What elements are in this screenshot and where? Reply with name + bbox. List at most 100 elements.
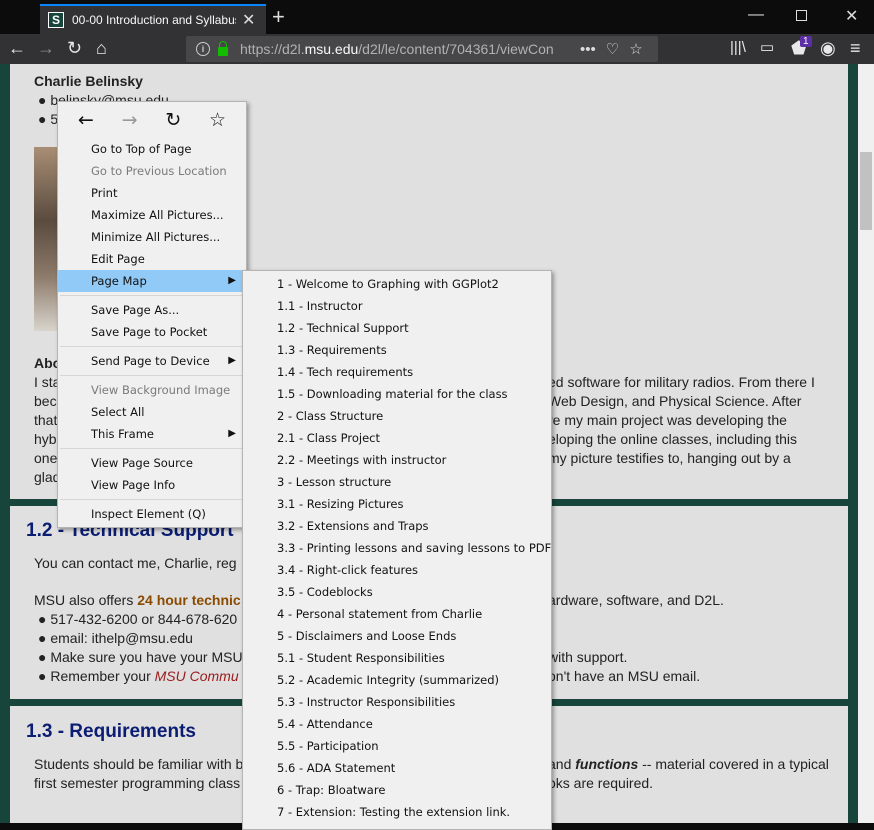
menu-item[interactable]: This Frame ▶ — [58, 423, 246, 445]
emphasis-text: functions — [575, 756, 639, 772]
menu-item[interactable]: Edit Page — [58, 248, 246, 270]
home-icon[interactable]: ⌂ — [96, 38, 107, 58]
msu-offers-right: ardware, software, and D2L. — [548, 592, 724, 608]
text-line: Students should be familiar with b — [34, 756, 244, 772]
page-map-item[interactable]: 1.4 - Tech requirements — [243, 361, 551, 383]
page-map-item[interactable]: 2.1 - Class Project — [243, 427, 551, 449]
menu-item[interactable]: Send Page to Device ▶ — [58, 350, 246, 372]
menu-item-label: Maximize All Pictures... — [91, 208, 224, 222]
menu-item[interactable]: View Page Source — [58, 452, 246, 474]
menu-item[interactable]: Go to Previous Location — [58, 160, 246, 182]
menu-item[interactable]: Select All — [58, 401, 246, 423]
maximize-icon[interactable] — [796, 10, 807, 21]
menu-item[interactable]: Page Map ▶ — [58, 270, 246, 292]
bookmark-star-icon[interactable]: ☆ — [629, 40, 642, 58]
pocket-icon[interactable]: ♡ — [606, 40, 619, 58]
text-span: email: ithelp@msu.edu — [50, 630, 193, 646]
url-bar[interactable]: i https://d2l.msu.edu/d2l/le/content/704… — [186, 36, 658, 62]
page-map-item[interactable]: 3 - Lesson structure — [243, 471, 551, 493]
list-item: ● 517-432-6200 or 844-678-620 — [38, 611, 238, 627]
page-map-item[interactable]: 3.3 - Printing lessons and saving lesson… — [243, 537, 551, 559]
forward-icon[interactable]: → — [122, 109, 138, 131]
tab-title: 00-00 Introduction and Syllabus — [72, 13, 236, 27]
page-map-item[interactable]: 5.4 - Attendance — [243, 713, 551, 735]
msu-community-link[interactable]: MSU Commu — [155, 668, 239, 684]
page-map-item[interactable]: 1.2 - Technical Support — [243, 317, 551, 339]
menu-separator — [60, 375, 244, 376]
submenu-arrow-icon: ▶ — [228, 428, 236, 439]
page-map-item[interactable]: 1.3 - Requirements — [243, 339, 551, 361]
text-span: Remember your — [50, 668, 155, 684]
list-item: ● 5 — [38, 111, 59, 127]
scrollbar[interactable] — [858, 64, 874, 823]
menu-item[interactable]: View Background Image — [58, 379, 246, 401]
account-icon[interactable]: ◉ — [820, 38, 836, 58]
page-map-item[interactable]: 5.1 - Student Responsibilities — [243, 647, 551, 669]
page-map-item[interactable]: 2.2 - Meetings with instructor — [243, 449, 551, 471]
menu-item-label: Send Page to Device — [91, 354, 210, 368]
back-icon[interactable]: ← — [8, 38, 26, 58]
page-map-item[interactable]: 3.5 - Codeblocks — [243, 581, 551, 603]
menu-item-label: This Frame — [91, 427, 154, 441]
page-map-item[interactable]: 7 - Extension: Testing the extension lin… — [243, 801, 551, 823]
reload-icon[interactable]: ↻ — [67, 38, 82, 58]
sidebar-icon[interactable]: ▭ — [760, 38, 774, 58]
section-title: 1.3 - Requirements — [26, 721, 196, 742]
page-map-item[interactable]: 6 - Trap: Bloatware — [243, 779, 551, 801]
page-map-item[interactable]: 4 - Personal statement from Charlie — [243, 603, 551, 625]
text-span: on't have an MSU email. — [548, 668, 701, 684]
forward-icon[interactable]: → — [37, 38, 55, 58]
menu-icon[interactable]: ≡ — [850, 38, 861, 58]
menu-item[interactable]: Save Page As... — [58, 299, 246, 321]
favicon: S — [48, 12, 64, 28]
close-window-icon[interactable]: ✕ — [845, 6, 858, 26]
menu-item[interactable]: Print — [58, 182, 246, 204]
tab-active[interactable]: S 00-00 Introduction and Syllabus ✕ — [40, 4, 266, 34]
menu-item[interactable]: View Page Info — [58, 474, 246, 496]
page-map-item[interactable]: 5 - Disclaimers and Loose Ends — [243, 625, 551, 647]
menu-separator — [60, 295, 244, 296]
menu-item[interactable]: Minimize All Pictures... — [58, 226, 246, 248]
page-map-item[interactable]: 1.1 - Instructor — [243, 295, 551, 317]
contact-text: You can contact me, Charlie, reg — [34, 555, 237, 571]
page-map-item[interactable]: 5.3 - Instructor Responsibilities — [243, 691, 551, 713]
page-map-item[interactable]: 5.6 - ADA Statement — [243, 757, 551, 779]
menu-item[interactable]: Maximize All Pictures... — [58, 204, 246, 226]
menu-item-label: Print — [91, 186, 118, 200]
new-tab-icon[interactable]: + — [272, 4, 285, 30]
page-map-item[interactable]: 1 - Welcome to Graphing with GGPlot2 — [243, 273, 551, 295]
text-line: and functions -- material covered in a t… — [548, 755, 829, 774]
list-item: ● Remember your MSU Commu — [38, 668, 239, 684]
url-text[interactable]: https://d2l.msu.edu/d2l/le/content/70436… — [240, 41, 570, 57]
page-actions-icon[interactable]: ••• — [580, 41, 596, 58]
menu-item[interactable]: Save Page to Pocket — [58, 321, 246, 343]
submenu-arrow-icon: ▶ — [228, 355, 236, 366]
minimize-icon[interactable]: — — [748, 6, 764, 24]
page-map-item[interactable]: 3.1 - Resizing Pictures — [243, 493, 551, 515]
text-span: and — [548, 756, 576, 772]
text-span: Make sure you have your MSU — [50, 649, 243, 665]
page-map-item[interactable]: 3.2 - Extensions and Traps — [243, 515, 551, 537]
scrollbar-thumb[interactable] — [860, 152, 872, 230]
person-name: Charlie Belinsky — [34, 73, 143, 89]
menu-item-label: Save Page to Pocket — [91, 325, 208, 339]
menu-item[interactable]: Inspect Element (Q) — [58, 503, 246, 525]
context-menu: ← → ↻ ☆ Go to Top of Page Go to Previous … — [57, 101, 247, 528]
bookmark-star-icon[interactable]: ☆ — [209, 109, 226, 131]
page-map-item[interactable]: 5.5 - Participation — [243, 735, 551, 757]
reload-icon[interactable]: ↻ — [165, 109, 181, 131]
library-icon[interactable]: |||\ — [730, 38, 746, 58]
info-icon[interactable]: i — [196, 42, 210, 56]
text-line: my picture testifies to, hanging out by … — [548, 450, 791, 466]
menu-item-label: Go to Previous Location — [91, 164, 227, 178]
msu-offers-text: MSU also offers 24 hour technic — [34, 591, 241, 610]
close-tab-icon[interactable]: ✕ — [242, 10, 255, 30]
nav-toolbar: ← → ↻ ⌂ i https://d2l.msu.edu/d2l/le/con… — [0, 34, 874, 64]
menu-item-label: Minimize All Pictures... — [91, 230, 221, 244]
back-icon[interactable]: ← — [78, 109, 94, 131]
page-map-item[interactable]: 1.5 - Downloading material for the class — [243, 383, 551, 405]
menu-item[interactable]: Go to Top of Page — [58, 138, 246, 160]
page-map-item[interactable]: 5.2 - Academic Integrity (summarized) — [243, 669, 551, 691]
page-map-item[interactable]: 2 - Class Structure — [243, 405, 551, 427]
page-map-item[interactable]: 3.4 - Right-click features — [243, 559, 551, 581]
